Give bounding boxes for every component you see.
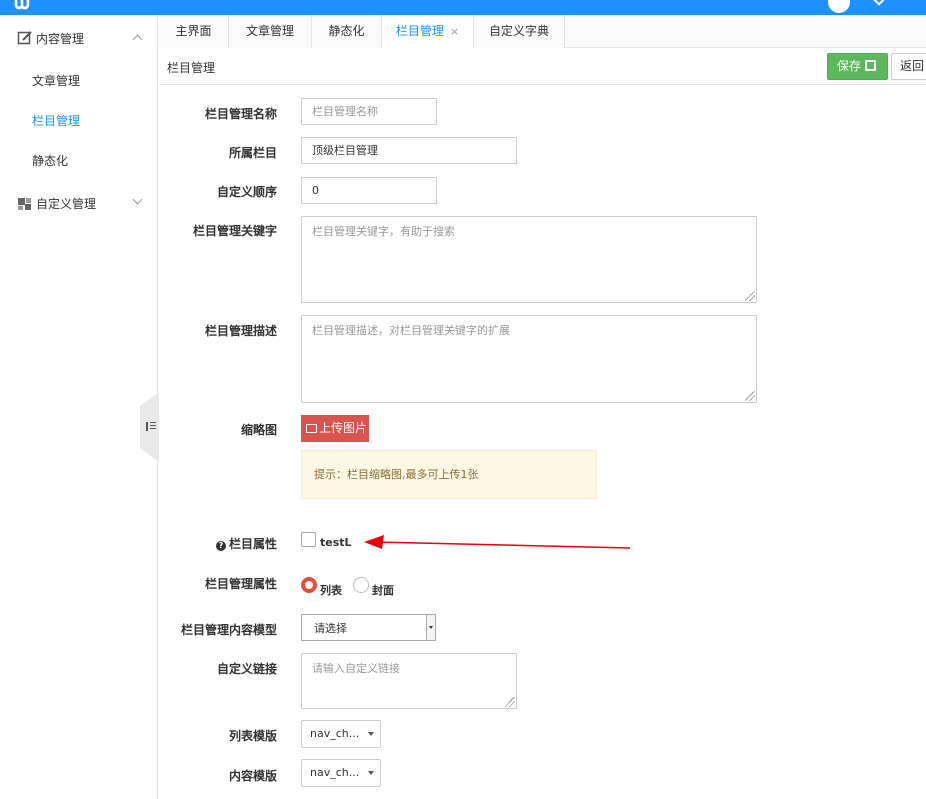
upload-label: 上传图片 (319, 421, 368, 435)
chevron-down-icon (368, 732, 374, 736)
sidebar: 内容管理 文章管理 栏目管理 静态化 自定义管理 (0, 15, 158, 799)
attribute-checkbox[interactable] (301, 532, 316, 547)
chevron-down-icon[interactable] (873, 0, 885, 6)
resize-handle[interactable] (745, 291, 755, 301)
list-template-value: nav_ch... (310, 727, 360, 740)
list-template-select[interactable]: nav_ch... (301, 720, 381, 748)
description-label: 栏目管理描述 (204, 324, 277, 338)
tab-label: 主界面 (175, 24, 212, 38)
radio-list[interactable] (301, 577, 317, 593)
attribute-option-label: testL (320, 536, 352, 549)
sidebar-item-columns[interactable]: 栏目管理 (32, 112, 80, 129)
sidebar-group-label: 内容管理 (36, 31, 85, 46)
model-value: 请选择 (314, 622, 347, 635)
name-input[interactable]: 栏目管理名称 (301, 98, 437, 125)
parent-label: 所属栏目 (228, 146, 277, 160)
sidebar-item-static[interactable]: 静态化 (32, 152, 68, 169)
sidebar-group-custom[interactable]: 自定义管理 (0, 191, 158, 215)
app-logo: ᗯ (14, 0, 30, 15)
upload-hint: 提示：栏目缩略图,最多可上传1张 (301, 450, 597, 499)
order-input[interactable]: 0 (301, 177, 437, 204)
parent-input[interactable]: 顶级栏目管理 (301, 137, 517, 164)
avatar[interactable] (828, 0, 850, 13)
attribute-label: ? 栏目属性 (157, 535, 277, 552)
image-icon (306, 424, 317, 433)
close-icon[interactable]: × (450, 25, 459, 38)
link-placeholder: 请输入自定义链接 (312, 662, 400, 675)
type-label: 栏目管理属性 (204, 577, 277, 591)
tab-home[interactable]: 主界面 (159, 15, 229, 48)
question-icon[interactable]: ? (215, 541, 226, 551)
top-header: ᗯ (0, 0, 926, 15)
tab-dictionary[interactable]: 自定义字典 (474, 15, 565, 48)
sidebar-group-content[interactable]: 内容管理 (0, 26, 158, 50)
radio-list-label: 列表 (320, 584, 342, 597)
chevron-down-icon (368, 771, 374, 775)
content-template-select[interactable]: nav_ch... (301, 759, 381, 787)
sidebar-group-label: 自定义管理 (36, 196, 97, 211)
name-label: 栏目管理名称 (204, 107, 277, 121)
link-textarea[interactable]: 请输入自定义链接 (301, 653, 517, 709)
radio-cover-label: 封面 (372, 584, 394, 597)
toolbar: 栏目管理 保存 返回 (159, 48, 926, 85)
save-label: 保存 (837, 59, 862, 73)
back-button[interactable]: 返回 (891, 53, 926, 80)
save-icon (865, 60, 877, 71)
save-button[interactable]: 保存 (827, 53, 888, 80)
upload-image-button[interactable]: 上传图片 (301, 415, 369, 442)
thumbnail-label: 缩略图 (240, 423, 277, 437)
order-label: 自定义顺序 (216, 185, 277, 199)
edit-icon (17, 31, 32, 45)
tab-label: 自定义字典 (488, 24, 549, 38)
keywords-label: 栏目管理关键字 (192, 224, 277, 238)
chevron-down-icon (132, 194, 143, 205)
chevron-down-icon (426, 615, 435, 640)
keywords-textarea[interactable]: 栏目管理关键字，有助于搜索 (301, 216, 757, 303)
keywords-placeholder: 栏目管理关键字，有助于搜索 (312, 225, 455, 238)
resize-handle[interactable] (745, 391, 755, 401)
description-textarea[interactable]: 栏目管理描述，对栏目管理关键字的扩展 (301, 315, 757, 403)
tab-label: 文章管理 (245, 24, 294, 38)
list-template-label: 列表模版 (228, 729, 277, 743)
model-select[interactable]: 请选择 (301, 614, 436, 641)
page-title: 栏目管理 (167, 61, 216, 75)
content-template-value: nav_ch... (310, 766, 360, 779)
tab-label: 静态化 (328, 24, 365, 38)
sidebar-item-articles[interactable]: 文章管理 (32, 72, 80, 89)
resize-handle[interactable] (505, 697, 515, 707)
link-label: 自定义链接 (216, 662, 277, 676)
description-placeholder: 栏目管理描述，对栏目管理关键字的扩展 (312, 324, 510, 337)
annotation-arrow-icon (364, 535, 631, 549)
tab-columns[interactable]: 栏目管理 × (382, 15, 474, 49)
attribute-label-text: 栏目属性 (228, 537, 277, 551)
tab-label: 栏目管理 (395, 24, 444, 38)
chevron-up-icon (132, 34, 143, 45)
tab-articles[interactable]: 文章管理 (229, 15, 312, 48)
radio-cover[interactable] (353, 577, 369, 593)
tab-bar: 主界面 文章管理 静态化 栏目管理 × 自定义字典 (159, 15, 926, 49)
grid-icon (18, 198, 31, 210)
content-template-label: 内容模版 (228, 769, 277, 783)
tab-static[interactable]: 静态化 (312, 15, 382, 48)
model-label: 栏目管理内容模型 (180, 623, 277, 637)
menu-collapse-icon (146, 422, 156, 431)
